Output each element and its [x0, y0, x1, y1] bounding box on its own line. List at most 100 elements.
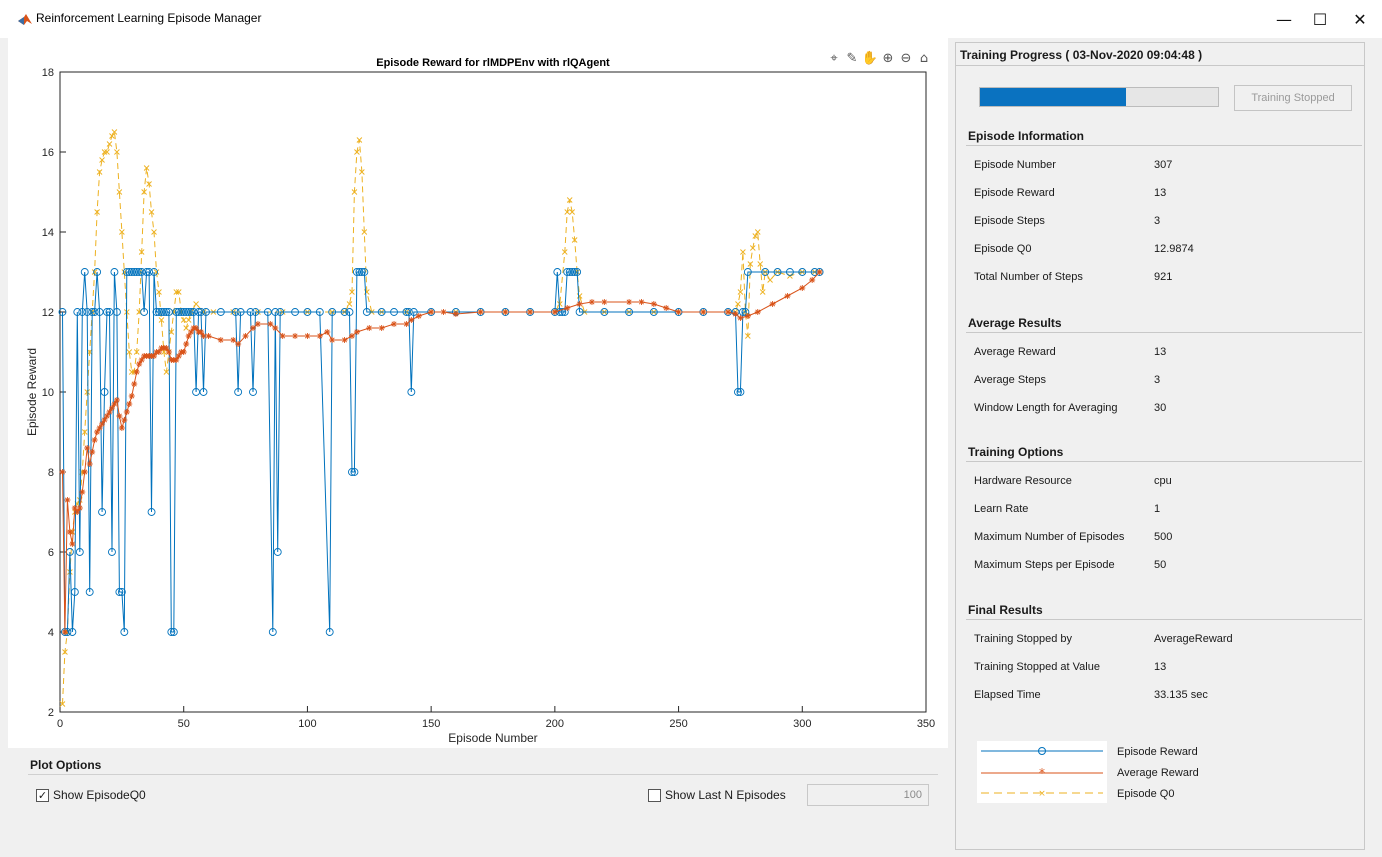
data-point: [799, 285, 806, 291]
legend-label: Episode Reward: [1117, 746, 1198, 758]
close-button[interactable]: ✕: [1338, 4, 1382, 34]
divider: [966, 619, 1362, 620]
maximize-button[interactable]: ☐: [1298, 4, 1342, 34]
y-tick-label: 10: [42, 387, 54, 399]
data-point: [477, 309, 484, 315]
section-title: Final Results: [968, 603, 1043, 617]
info-value: cpu: [1154, 475, 1172, 487]
info-value: 3: [1154, 215, 1161, 227]
plot-options-title: Plot Options: [30, 758, 102, 772]
data-point: [316, 333, 323, 339]
data-point: [588, 299, 595, 305]
checkbox-checked-icon[interactable]: ✓: [36, 788, 49, 802]
y-tick-label: 4: [48, 627, 54, 639]
x-tick-label: 100: [298, 718, 316, 730]
data-point: [121, 417, 128, 423]
data-point: [744, 313, 751, 319]
data-point: [180, 349, 187, 355]
training-progress-title: Training Progress ( 03-Nov-2020 09:04:48…: [960, 48, 1203, 62]
window-title: Reinforcement Learning Episode Manager: [36, 11, 262, 25]
info-row: Episode Number 307: [956, 159, 1364, 179]
info-value: 30: [1154, 402, 1167, 414]
info-row: Learn Rate 1: [956, 503, 1364, 523]
data-point: [725, 309, 732, 315]
info-row: Maximum Number of Episodes 500: [956, 531, 1364, 551]
info-key: Hardware Resource: [974, 475, 1072, 487]
info-row: Episode Steps 3: [956, 215, 1364, 235]
data-point: [601, 299, 608, 305]
info-row: Window Length for Averaging 30: [956, 402, 1364, 422]
data-point: [69, 541, 76, 547]
info-key: Average Steps: [974, 374, 1046, 386]
data-point: [279, 333, 286, 339]
zoom-out-icon[interactable]: ⊖: [898, 50, 914, 66]
info-row: Maximum Steps per Episode 50: [956, 559, 1364, 579]
checkbox-unchecked-icon[interactable]: [648, 788, 661, 802]
info-row: Elapsed Time 33.135 sec: [956, 689, 1364, 709]
x-tick-label: 150: [422, 718, 440, 730]
data-point: [452, 311, 459, 317]
training-progress-bar: [979, 87, 1219, 107]
show-last-n-label: Show Last N Episodes: [665, 788, 786, 802]
legend-marker-star: *: [1039, 766, 1045, 780]
data-tips-icon[interactable]: ⌖: [826, 50, 842, 66]
y-tick-label: 18: [42, 67, 54, 79]
data-point: [663, 305, 670, 311]
info-value: 50: [1154, 559, 1167, 571]
training-stopped-button[interactable]: Training Stopped: [1234, 85, 1352, 111]
info-key: Average Reward: [974, 346, 1056, 358]
title-bar: Reinforcement Learning Episode Manager —…: [0, 0, 1382, 38]
data-point: [564, 305, 571, 311]
close-icon: ✕: [1353, 9, 1367, 29]
data-point: [118, 425, 125, 431]
data-point: [249, 325, 256, 331]
info-key: Elapsed Time: [974, 689, 1041, 701]
data-point: [91, 437, 98, 443]
data-point: [267, 321, 274, 327]
info-key: Episode Reward: [974, 187, 1055, 199]
data-point: [754, 309, 761, 315]
data-point: [366, 325, 373, 331]
data-point: [123, 409, 130, 415]
data-point: [76, 505, 83, 511]
plot-options-panel: Plot Options ✓ Show EpisodeQ0 Show Last …: [8, 748, 948, 848]
info-value: 307: [1154, 159, 1173, 171]
legend-swatches: * ×: [977, 741, 1107, 803]
y-tick-label: 14: [42, 227, 54, 239]
divider: [966, 332, 1362, 333]
info-key: Training Stopped by: [974, 633, 1073, 645]
data-point: [64, 497, 71, 503]
last-n-episodes-input[interactable]: [807, 784, 929, 806]
show-q0-checkbox[interactable]: ✓ Show EpisodeQ0: [36, 788, 146, 802]
data-point: [254, 321, 261, 327]
info-key: Total Number of Steps: [974, 271, 1083, 283]
divider: [966, 461, 1362, 462]
info-key: Window Length for Averaging: [974, 402, 1118, 414]
show-q0-label: Show EpisodeQ0: [53, 788, 146, 802]
matlab-logo-icon: [18, 14, 32, 25]
pan-icon[interactable]: ✋: [862, 50, 878, 66]
axes-toolbar: ⌖ ✎ ✋ ⊕ ⊖ ⌂: [826, 50, 932, 66]
data-point: [732, 311, 739, 317]
y-tick-label: 2: [48, 707, 54, 719]
data-point: [408, 317, 415, 323]
data-point: [84, 445, 91, 451]
info-value: AverageReward: [1154, 633, 1233, 645]
home-icon[interactable]: ⌂: [916, 50, 932, 66]
chart-legend: * × Episode Reward Average Reward Episod…: [977, 741, 1307, 803]
section-title: Average Results: [968, 316, 1062, 330]
brush-icon[interactable]: ✎: [844, 50, 860, 66]
info-key: Maximum Steps per Episode: [974, 559, 1115, 571]
data-point: [235, 341, 242, 347]
zoom-in-icon[interactable]: ⊕: [880, 50, 896, 66]
info-value: 33.135 sec: [1154, 689, 1208, 701]
data-point: [205, 333, 212, 339]
data-point: [61, 629, 68, 635]
info-key: Training Stopped at Value: [974, 661, 1100, 673]
data-point: [378, 325, 385, 331]
x-tick-label: 200: [546, 718, 564, 730]
episode-reward-chart[interactable]: 0 50 100 150 200 250 300 350 2 4 6 8 10 12 14 16 18 Episo…: [8, 38, 948, 748]
show-last-n-checkbox[interactable]: Show Last N Episodes: [648, 788, 786, 802]
info-row: Average Reward 13: [956, 346, 1364, 366]
data-point: [784, 293, 791, 299]
